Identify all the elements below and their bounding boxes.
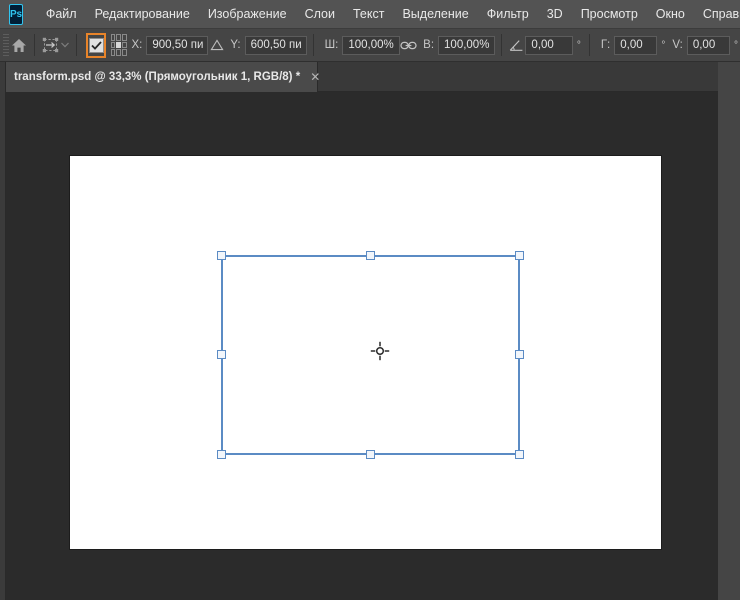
document-tab-title: transform.psd @ 33,3% (Прямоугольник 1, … [14, 71, 301, 83]
handle-middle-right[interactable] [515, 350, 524, 359]
link-aspect-ratio-icon[interactable] [400, 40, 418, 51]
handle-bottom-left[interactable] [217, 450, 226, 459]
relative-offset-delta-icon[interactable] [208, 39, 225, 51]
menu-item-view[interactable]: Просмотр [572, 3, 647, 25]
rotation-angle-unit: ° [576, 39, 581, 51]
ref-grid-cell-5[interactable] [121, 41, 127, 49]
menu-item-help[interactable]: Справка [694, 3, 740, 25]
vertical-skew-unit: ° [733, 39, 738, 51]
menu-item-filter[interactable]: Фильтр [478, 3, 538, 25]
ref-grid-cell-6[interactable] [110, 49, 116, 56]
vertical-skew-label: V: [672, 39, 683, 51]
menu-bar: Ps Файл Редактирование Изображение Слои … [0, 0, 740, 29]
document-tab-bar: transform.psd @ 33,3% (Прямоугольник 1, … [0, 62, 740, 92]
horizontal-skew-input[interactable]: 0,00 [614, 35, 658, 55]
ref-grid-cell-2[interactable] [121, 34, 127, 41]
width-scale-input[interactable]: 100,00% [342, 35, 400, 55]
menu-item-window[interactable]: Окно [647, 3, 694, 25]
handle-top-right[interactable] [515, 251, 524, 260]
menu-item-3d[interactable]: 3D [538, 3, 572, 25]
menu-item-select[interactable]: Выделение [393, 3, 477, 25]
options-bar: X: 900,50 пи Y: 600,50 пи Ш: 100,00% В: … [0, 29, 740, 62]
height-scale-label: В: [423, 39, 435, 51]
height-scale-input[interactable]: 100,00% [438, 35, 496, 55]
ref-grid-cell-3[interactable] [110, 41, 116, 49]
horizontal-skew-unit: ° [661, 39, 666, 51]
vertical-skew-input[interactable]: 0,00 [686, 35, 730, 55]
ref-grid-cell-7[interactable] [116, 49, 121, 56]
handle-top-left[interactable] [217, 251, 226, 260]
ref-grid-cell-0[interactable] [110, 34, 116, 41]
horizontal-skew-label: Г: [600, 39, 611, 51]
y-position-label: Y: [230, 39, 241, 51]
menu-item-text[interactable]: Текст [344, 3, 393, 25]
options-bar-separator-4 [501, 34, 503, 56]
move-transform-tool-icon[interactable] [41, 33, 60, 57]
document-tab-transform-psd[interactable]: transform.psd @ 33,3% (Прямоугольник 1, … [0, 62, 320, 92]
menu-item-edit[interactable]: Редактирование [86, 3, 199, 25]
checkbox-box [88, 37, 104, 53]
photoshop-logo-icon: Ps [9, 3, 23, 25]
photoshop-window: Ps Файл Редактирование Изображение Слои … [0, 0, 740, 600]
panels-dock-edge [718, 62, 740, 600]
reference-point-grid[interactable] [110, 34, 127, 56]
handle-top-center[interactable] [366, 251, 375, 260]
options-bar-separator-3 [312, 34, 314, 56]
toggle-reference-point-checkbox[interactable] [86, 32, 106, 58]
rotation-angle-input[interactable]: 0,00 [525, 35, 573, 55]
ref-grid-cell-4[interactable] [116, 41, 121, 49]
tool-preset-chevron-down-icon[interactable] [60, 33, 70, 57]
x-position-label: X: [131, 39, 143, 51]
transform-reference-point-icon[interactable] [370, 341, 390, 361]
width-scale-label: Ш: [324, 39, 339, 51]
home-icon[interactable] [9, 33, 29, 57]
ref-grid-cell-1[interactable] [116, 34, 121, 41]
x-position-input[interactable]: 900,50 пи [146, 35, 209, 55]
canvas-workspace[interactable] [6, 92, 718, 600]
y-position-input[interactable]: 600,50 пи [244, 35, 307, 55]
rotation-angle-icon [508, 39, 525, 52]
ref-grid-cell-8[interactable] [121, 49, 127, 56]
menu-item-layers[interactable]: Слои [296, 3, 344, 25]
handle-bottom-right[interactable] [515, 450, 524, 459]
handle-bottom-center[interactable] [366, 450, 375, 459]
close-icon[interactable]: ✕ [310, 71, 320, 83]
handle-middle-left[interactable] [217, 350, 226, 359]
options-bar-separator-5 [588, 34, 590, 56]
options-bar-separator-2 [76, 34, 78, 56]
menu-item-image[interactable]: Изображение [199, 3, 296, 25]
options-bar-separator-1 [34, 34, 36, 56]
menu-item-file[interactable]: Файл [37, 3, 86, 25]
